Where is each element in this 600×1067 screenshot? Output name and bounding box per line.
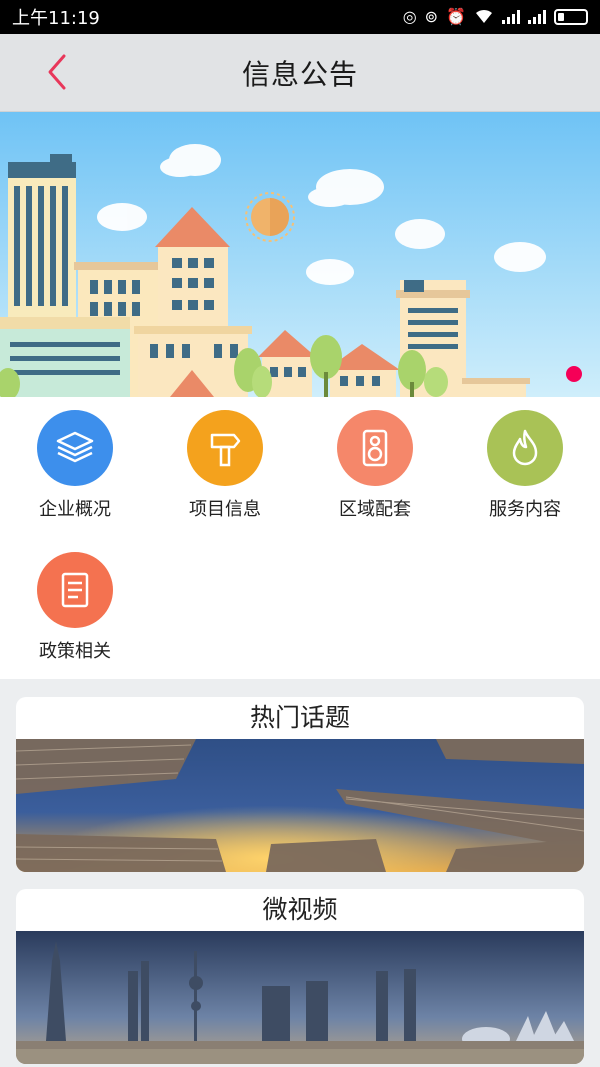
hot-topics-image xyxy=(16,739,584,872)
battery-icon xyxy=(554,9,588,25)
micro-video-card[interactable]: 微视频 xyxy=(16,889,584,1064)
hot-topics-card[interactable]: 热门话题 xyxy=(16,697,584,872)
data-sync-icon: ⊚ xyxy=(424,7,439,26)
menu-item-label: 政策相关 xyxy=(39,641,111,662)
chevron-left-icon xyxy=(48,54,66,90)
hotspot-icon: ◎ xyxy=(402,7,417,26)
carousel-indicator-dot[interactable] xyxy=(566,366,582,382)
menu-item-project-info[interactable]: 项目信息 xyxy=(150,397,300,527)
card-title: 热门话题 xyxy=(249,703,350,732)
back-button[interactable] xyxy=(38,52,78,92)
status-bar: 上午11:19 ◎ ⊚ ⏰ xyxy=(0,0,600,34)
signal-icon xyxy=(528,10,546,24)
flame-icon xyxy=(487,410,563,486)
feature-menu: 企业概况 项目信息 区域配套 服务内容 政策相关 xyxy=(0,397,600,679)
card-title: 微视频 xyxy=(262,895,338,924)
document-icon xyxy=(37,552,113,628)
page-title: 信息公告 xyxy=(241,57,358,91)
menu-item-label: 服务内容 xyxy=(489,499,561,520)
banner-carousel[interactable] xyxy=(0,112,600,397)
micro-video-image xyxy=(16,931,584,1064)
layers-icon xyxy=(37,410,113,486)
menu-item-label: 企业概况 xyxy=(39,499,111,520)
menu-item-service-content[interactable]: 服务内容 xyxy=(450,397,600,527)
status-icons: ◎ ⊚ ⏰ xyxy=(403,8,588,27)
speaker-icon xyxy=(337,410,413,486)
banner-illustration xyxy=(0,112,600,397)
alarm-icon: ⏰ xyxy=(446,7,466,26)
menu-item-label: 区域配套 xyxy=(339,499,411,520)
menu-item-regional-facilities[interactable]: 区域配套 xyxy=(300,397,450,527)
signal-icon xyxy=(502,10,520,24)
status-time: 上午11:19 xyxy=(12,8,100,29)
menu-item-company-overview[interactable]: 企业概况 xyxy=(0,397,150,527)
wifi-icon xyxy=(474,8,494,27)
title-bar: 信息公告 xyxy=(0,34,600,112)
menu-item-label: 项目信息 xyxy=(189,499,261,520)
signpost-icon xyxy=(187,410,263,486)
menu-item-policy[interactable]: 政策相关 xyxy=(0,539,150,669)
